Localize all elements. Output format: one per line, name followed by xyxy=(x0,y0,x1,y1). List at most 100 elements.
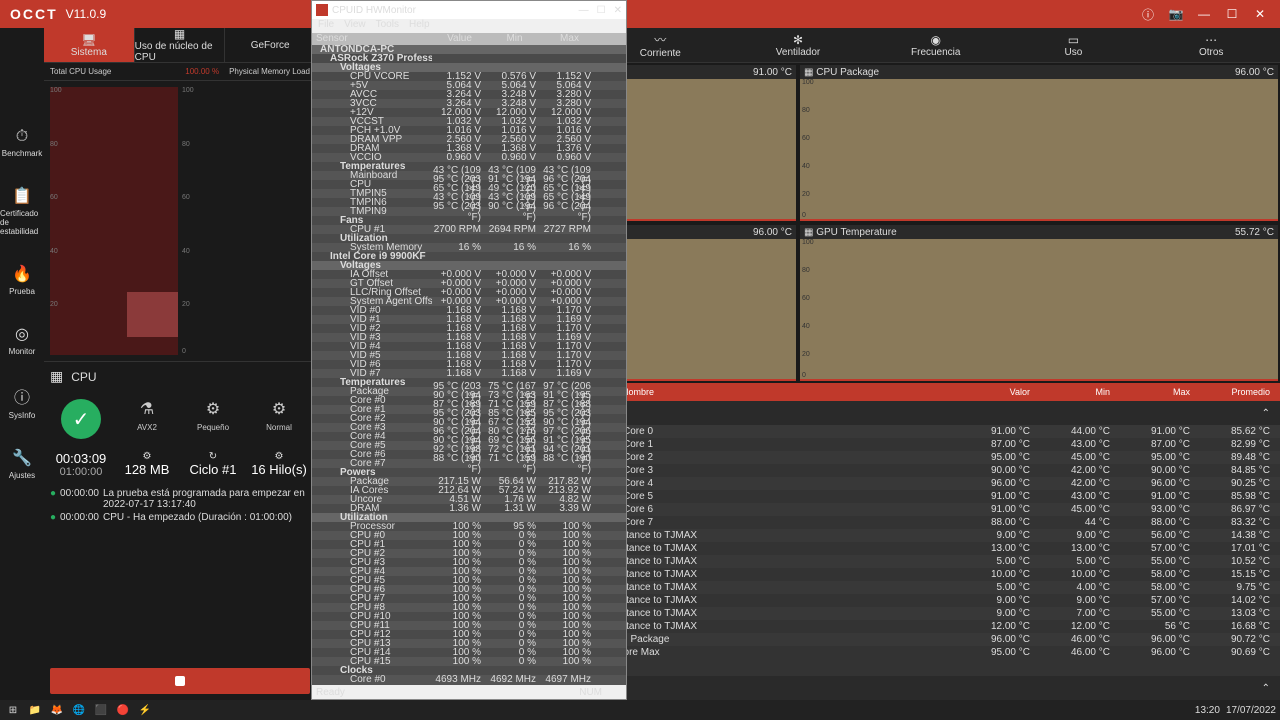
timer-col[interactable]: ⚙128 MB xyxy=(118,451,176,478)
sidebar-item-benchmark[interactable]: ⏱Benchmark xyxy=(2,128,42,158)
col-valor: Valor xyxy=(950,387,1030,397)
sidebar-icon: ⏱ xyxy=(16,128,28,146)
sidebar-label: Monitor xyxy=(9,347,36,356)
graph-title: ▦ GPU Temperature xyxy=(804,227,897,238)
cpu-section-header[interactable]: ▦ CPU xyxy=(44,361,316,391)
tab[interactable]: GeForce xyxy=(225,28,316,62)
window-buttons: ⓘ 📷 — ☐ ✕ xyxy=(1138,4,1270,24)
taskbar[interactable]: ⊞📁🦊🌐⬛🔴⚡ 13:20 17/07/2022 xyxy=(0,700,1280,720)
test-opt[interactable]: ⚙Pequeño xyxy=(184,399,242,439)
graph: ▦ CPU Package96.00 °C100806040200 xyxy=(798,63,1280,223)
sidebar-item-prueba[interactable]: 🔥 Prueba xyxy=(9,264,35,296)
menu-help[interactable]: Help xyxy=(409,19,430,33)
left-panel: 🖥Sistema▦Uso de núcleo de CPUGeForce Tot… xyxy=(44,28,316,700)
tab[interactable]: 🖥Sistema xyxy=(44,28,135,62)
cpu-usage-value: 100.00 % xyxy=(185,67,219,76)
tab-uso[interactable]: ▭Uso xyxy=(1005,28,1143,62)
mini-charts: 100 80 60 40 20 100 80 60 40 20 0 xyxy=(44,81,316,361)
stop-button[interactable] xyxy=(50,668,310,694)
hwm-icon xyxy=(316,4,328,16)
taskbar-icon[interactable]: 🔴 xyxy=(114,702,132,718)
system-tray[interactable]: 13:20 17/07/2022 xyxy=(1195,705,1276,716)
status-ok-icon: ✓ xyxy=(61,399,101,439)
log-row: ●00:00:00CPU - Ha empezado (Duración : 0… xyxy=(50,512,310,523)
screenshot-icon[interactable]: 📷 xyxy=(1166,4,1186,24)
collapse-icon[interactable]: ⌃ xyxy=(1262,408,1270,419)
occt-window: OCCT V11.0.9 ⓘ 📷 — ☐ ✕ ⏱Benchmark 📋Certif… xyxy=(0,0,1280,700)
sidebar-icon: 🔥 xyxy=(12,264,32,284)
close-icon[interactable]: ✕ xyxy=(614,5,622,16)
tab-otros[interactable]: ⋯Otros xyxy=(1142,28,1280,62)
cpu-label: CPU xyxy=(71,370,96,384)
titlebar[interactable]: OCCT V11.0.9 ⓘ 📷 — ☐ ✕ xyxy=(0,0,1280,28)
sidebar-item-ajustes[interactable]: 🔧 Ajustes xyxy=(9,448,35,480)
minimize-icon[interactable]: — xyxy=(1194,4,1214,24)
hwm-title: CPUID HWMonitor xyxy=(332,5,416,16)
test-opt[interactable]: ✓ xyxy=(52,399,110,439)
collapse-icon[interactable]: ⌃ xyxy=(1262,683,1270,694)
maximize-icon[interactable]: ☐ xyxy=(1222,4,1242,24)
graph-title: ▦ CPU Package xyxy=(804,67,879,78)
taskbar-icon[interactable]: ⚡ xyxy=(136,702,154,718)
app-version: V11.0.9 xyxy=(66,7,106,21)
numlock-text: NUM xyxy=(579,687,602,698)
menu-view[interactable]: View xyxy=(344,19,366,33)
menu-tools[interactable]: Tools xyxy=(376,19,399,33)
minimize-icon[interactable]: — xyxy=(579,5,589,16)
graph-value: 91.00 °C xyxy=(753,67,792,78)
timer-col[interactable]: ↻Ciclo #1 xyxy=(184,451,242,478)
sidebar-item-monitor[interactable]: ◎Monitor xyxy=(9,324,36,356)
timer-row: 00:03:0901:00:00 ⚙128 MB ↻Ciclo #1 ⚙16 Hilo… xyxy=(44,447,316,482)
tab-ventilador[interactable]: ✻Ventilador xyxy=(729,28,867,62)
taskbar-icon[interactable]: 🦊 xyxy=(48,702,66,718)
mem-chart: 100 80 60 40 20 0 xyxy=(182,87,310,355)
test-opt[interactable]: ⚙Normal xyxy=(250,399,308,439)
maximize-icon[interactable]: ☐ xyxy=(597,5,606,16)
tab[interactable]: ▦Uso de núcleo de CPU xyxy=(135,28,226,62)
hwm-row[interactable]: Core #04693 MHz4692 MHz4697 MHz xyxy=(312,675,626,684)
test-opt[interactable]: ⚗AVX2 xyxy=(118,399,176,439)
graph-value: 55.72 °C xyxy=(1235,227,1274,238)
sidebar-icon: 🔧 xyxy=(12,448,32,468)
hwm-menubar: File View Tools Help xyxy=(312,19,626,33)
close-icon[interactable]: ✕ xyxy=(1250,4,1270,24)
mem-load-label: Physical Memory Load xyxy=(229,67,310,76)
sidebar-label: Prueba xyxy=(9,287,35,296)
hwmonitor-window[interactable]: CPUID HWMonitor — ☐ ✕ FileViewToolsHelp … xyxy=(311,0,627,700)
graph-value: 96.00 °C xyxy=(753,227,792,238)
taskbar-icon[interactable]: ⬛ xyxy=(92,702,110,718)
info-icon[interactable]: ⓘ xyxy=(1138,4,1158,24)
col-max: Max xyxy=(542,33,597,45)
sidebar-label: Ajustes xyxy=(9,471,35,480)
sidebar-label: SysInfo xyxy=(9,411,36,420)
graph: ▦ GPU Temperature55.72 °C100806040200 xyxy=(798,223,1280,383)
sidebar: ⏱Benchmark 📋Certificado de estabilidad 🔥 Pr… xyxy=(0,28,44,700)
graph-value: 96.00 °C xyxy=(1235,67,1274,78)
hwm-columns: Sensor Value Min Max xyxy=(312,33,626,45)
hwm-window-buttons: — ☐ ✕ xyxy=(579,5,622,16)
cpu-chart: 100 80 60 40 20 xyxy=(50,87,178,355)
timer-col: 00:03:0901:00:00 xyxy=(52,451,110,478)
cpu-usage-label: Total CPU Usage xyxy=(50,67,185,76)
log: ●00:00:00La prueba está programada para … xyxy=(44,482,316,531)
col-min: Min xyxy=(1030,387,1110,397)
hwm-titlebar[interactable]: CPUID HWMonitor — ☐ ✕ xyxy=(312,1,626,19)
col-sensor: Sensor xyxy=(312,33,432,45)
col-prom: Promedio xyxy=(1190,387,1270,397)
sidebar-item-certificado-de-estabilidad[interactable]: 📋Certificado de estabilidad xyxy=(0,186,44,236)
test-options: ✓ ⚗AVX2⚙Pequeño⚙Normal xyxy=(44,391,316,447)
hwm-tree[interactable]: ANTONDCA-PCASRock Z370 Professional Gami… xyxy=(312,45,626,685)
col-value: Value xyxy=(432,33,487,45)
taskbar-icon[interactable]: 📁 xyxy=(26,702,44,718)
hwm-statusbar: Ready NUM xyxy=(312,685,626,699)
taskbar-icon[interactable]: ⊞ xyxy=(4,702,22,718)
timer-col[interactable]: ⚙16 Hilo(s) xyxy=(250,451,308,478)
menu-file[interactable]: File xyxy=(318,19,334,33)
stop-icon xyxy=(175,676,185,686)
tray-date: 17/07/2022 xyxy=(1226,705,1276,716)
taskbar-icons: ⊞📁🦊🌐⬛🔴⚡ xyxy=(4,702,154,718)
taskbar-icon[interactable]: 🌐 xyxy=(70,702,88,718)
tab-frecuencia[interactable]: ◉Frecuencia xyxy=(867,28,1005,62)
ok-icon: ● xyxy=(50,512,56,523)
sidebar-item-sysinfo[interactable]: ⓘSysInfo xyxy=(9,384,36,420)
